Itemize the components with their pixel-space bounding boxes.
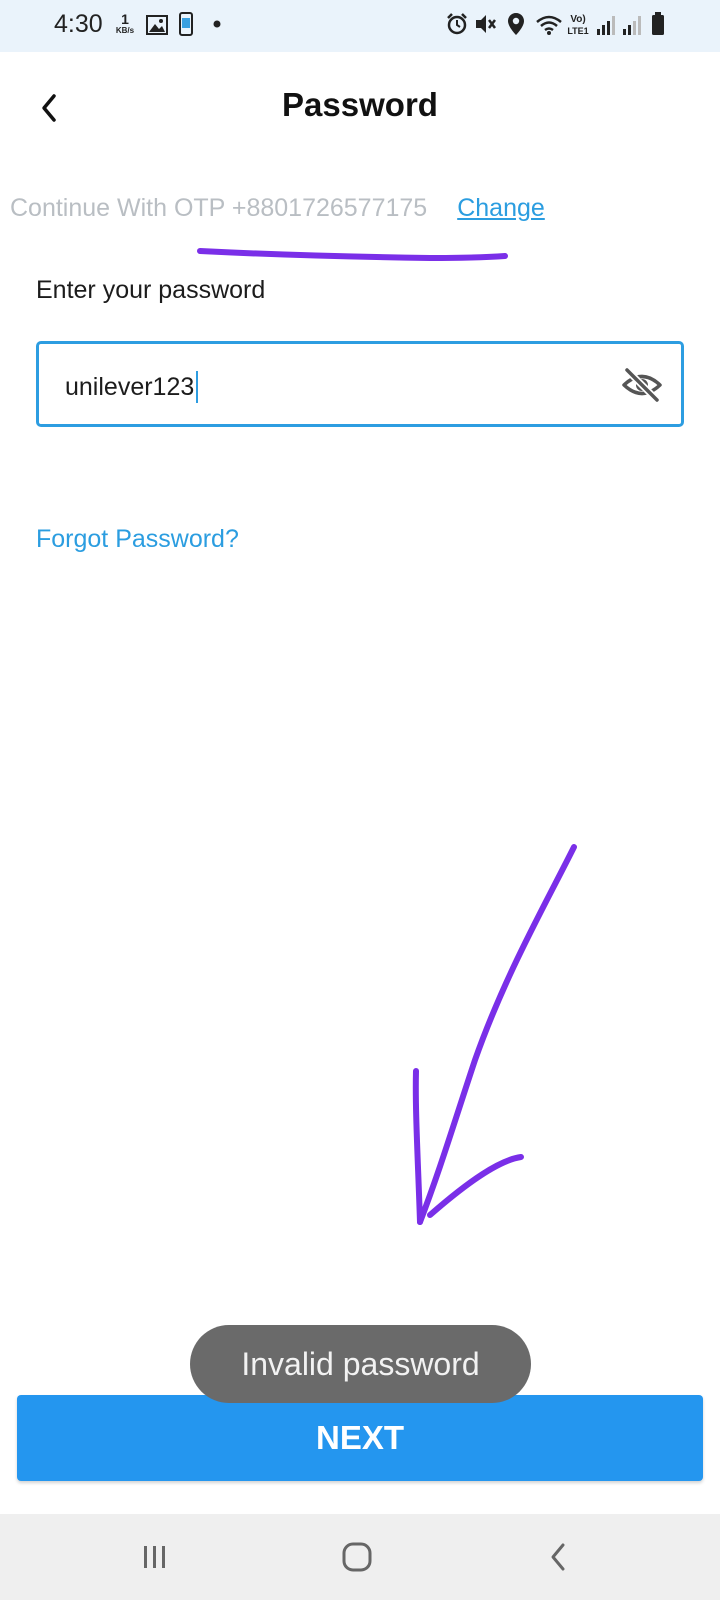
change-link[interactable]: Change (457, 194, 545, 222)
mute-icon (476, 15, 496, 33)
wifi-icon (536, 15, 562, 35)
recent-apps-button[interactable] (132, 1534, 178, 1580)
annotation-arrow-head-left (412, 1068, 423, 1225)
text-cursor (196, 371, 199, 403)
recent-apps-icon (144, 1546, 165, 1568)
otp-row: Continue With OTP +8801726577175 Change (10, 194, 545, 223)
annotation-underline (197, 248, 508, 262)
network-speed-value: 1 (121, 11, 129, 27)
system-back-button[interactable] (536, 1534, 582, 1580)
password-label: Enter your password (36, 276, 266, 304)
alarm-icon (447, 13, 467, 35)
sim-icon (179, 12, 193, 36)
back-button[interactable] (30, 86, 70, 130)
password-visibility-toggle[interactable] (621, 366, 663, 404)
battery-icon (652, 12, 664, 35)
back-icon (551, 1543, 565, 1571)
dot-icon (213, 20, 221, 28)
svg-text:Vo): Vo) (570, 14, 585, 25)
eye-off-icon (622, 367, 662, 403)
chevron-left-icon (42, 94, 56, 122)
svg-text:LTE1: LTE1 (567, 26, 588, 36)
signal-icon (623, 16, 641, 35)
status-bar: 4:30 1 KB/s Vo) LTE1 (0, 0, 720, 52)
password-field[interactable]: unilever123 (36, 341, 684, 427)
toast-message: Invalid password (190, 1325, 531, 1403)
network-speed-unit: KB/s (115, 26, 135, 35)
password-value: unilever123 (65, 372, 195, 401)
signal-icon (597, 16, 615, 35)
page-title: Password (282, 86, 438, 123)
annotation-arrow-shaft (417, 844, 577, 1225)
home-button[interactable] (334, 1534, 380, 1580)
annotation-arrow-head-right (427, 1154, 524, 1218)
nav-bar (0, 1514, 720, 1600)
status-time: 4:30 (54, 10, 103, 38)
screen: 4:30 1 KB/s Vo) LTE1 Password Continue W… (0, 0, 720, 1600)
volte-icon: Vo) LTE1 (567, 14, 588, 36)
location-icon (508, 13, 524, 35)
continue-with-otp-text[interactable]: Continue With OTP +8801726577175 (10, 194, 427, 222)
network-speed: 1 KB/s (112, 12, 138, 35)
home-icon (342, 1542, 372, 1572)
next-button[interactable]: NEXT (17, 1395, 703, 1481)
forgot-password-link[interactable]: Forgot Password? (36, 525, 239, 554)
password-input[interactable]: unilever123 (65, 371, 199, 403)
image-icon (146, 15, 168, 35)
